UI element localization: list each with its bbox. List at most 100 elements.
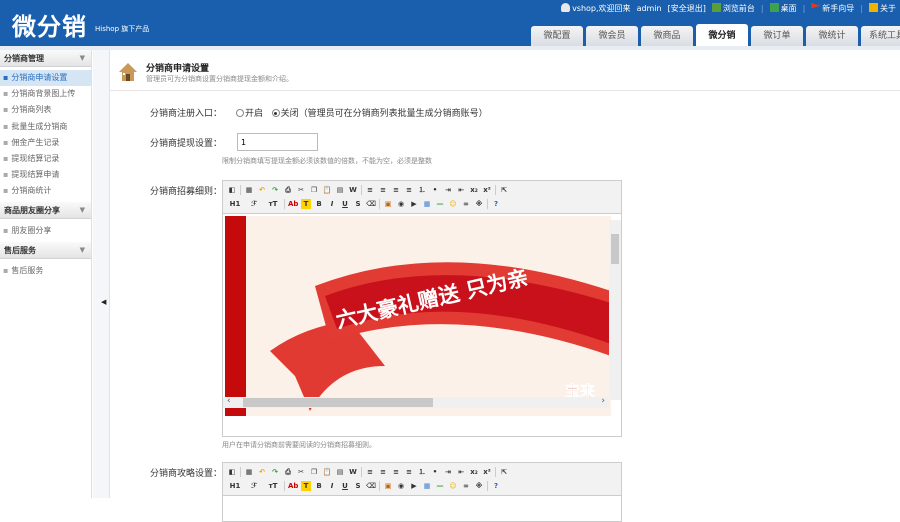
hr-icon[interactable]: — — [435, 199, 445, 209]
about-link[interactable]: 关于 — [869, 3, 896, 14]
underline-icon[interactable]: U — [340, 199, 350, 209]
table-icon[interactable]: ▦ — [422, 481, 432, 491]
tab-2[interactable]: 微商品 — [641, 26, 693, 46]
italic-icon[interactable]: I — [327, 481, 337, 491]
collapse-arrow-icon[interactable]: ◀ — [101, 298, 106, 306]
select-all-icon[interactable]: ⇱ — [499, 185, 509, 195]
unordered-list-icon[interactable]: • — [430, 467, 440, 477]
undo-icon[interactable]: ↶ — [257, 467, 267, 477]
heading-icon[interactable]: H1 — [227, 199, 243, 209]
vertical-scroll-thumb[interactable] — [611, 234, 619, 264]
highlight-icon[interactable]: T — [301, 481, 311, 491]
sidebar-item[interactable]: ▪ 佣金产生记录 — [0, 135, 91, 151]
indent-icon[interactable]: ⇥ — [443, 467, 453, 477]
scroll-right-icon[interactable]: › — [601, 396, 605, 406]
italic-icon[interactable]: I — [327, 199, 337, 209]
sidebar-item[interactable]: ▪ 提现结算申请 — [0, 167, 91, 183]
redo-icon[interactable]: ↷ — [270, 467, 280, 477]
heading-icon[interactable]: H1 — [227, 481, 243, 491]
image-icon[interactable]: ▣ — [383, 199, 393, 209]
horizontal-scrollbar[interactable]: ‹ › — [223, 396, 609, 408]
font-color-icon[interactable]: Ab — [288, 199, 298, 209]
browse-link[interactable]: 浏览前台 — [711, 3, 755, 14]
paste-word-icon[interactable]: W — [348, 467, 358, 477]
subscript-icon[interactable]: x₂ — [469, 467, 479, 477]
editor-content[interactable]: 六大豪礼赠送 只为亲 宝来 ‹ › — [223, 214, 621, 416]
preview-icon[interactable]: ▦ — [244, 467, 254, 477]
print-icon[interactable]: ⎙ — [283, 467, 293, 477]
superscript-icon[interactable]: x² — [482, 467, 492, 477]
radio-open-circle[interactable] — [236, 109, 244, 117]
sidebar-item[interactable]: ▪ 售后服务 — [0, 263, 91, 279]
clear-format-icon[interactable]: ⌫ — [366, 481, 376, 491]
flash-icon[interactable]: ◉ — [396, 481, 406, 491]
emoticon-icon[interactable]: ☺ — [448, 481, 458, 491]
sidebar-section[interactable]: 分销商管理 ▼ — [0, 50, 91, 67]
paste-text-icon[interactable]: ▤ — [335, 467, 345, 477]
font-family-icon[interactable]: ℱ — [246, 199, 262, 209]
sidebar-item[interactable]: ▪ 批量生成分销商 — [0, 119, 91, 135]
tab-6[interactable]: 系统工具 — [861, 26, 900, 46]
vertical-scrollbar[interactable] — [609, 220, 621, 400]
radio-close[interactable]: 关闭（管理员可在分销商列表批量生成分销商账号） — [271, 109, 488, 119]
horizontal-scroll-thumb[interactable] — [243, 398, 433, 407]
paste-icon[interactable]: 📋 — [322, 185, 332, 195]
font-size-icon[interactable]: тT — [265, 481, 281, 491]
paste-word-icon[interactable]: W — [348, 185, 358, 195]
radio-close-circle[interactable] — [271, 109, 280, 117]
tab-3[interactable]: 微分销 — [696, 24, 748, 46]
cut-icon[interactable]: ✂ — [296, 467, 306, 477]
tab-1[interactable]: 微会员 — [586, 26, 638, 46]
flash-icon[interactable]: ◉ — [396, 199, 406, 209]
unlink-icon[interactable]: ※ — [474, 199, 484, 209]
tab-5[interactable]: 微统计 — [806, 26, 858, 46]
clear-format-icon[interactable]: ⌫ — [366, 199, 376, 209]
media-icon[interactable]: ▶ — [409, 199, 419, 209]
paste-icon[interactable]: 📋 — [322, 467, 332, 477]
outdent-icon[interactable]: ⇤ — [456, 467, 466, 477]
sidebar-section[interactable]: 商品朋友圈分享 ▼ — [0, 201, 91, 219]
unlink-icon[interactable]: ※ — [474, 481, 484, 491]
underline-icon[interactable]: U — [340, 481, 350, 491]
font-size-icon[interactable]: тT — [265, 199, 281, 209]
redo-icon[interactable]: ↷ — [270, 185, 280, 195]
ordered-list-icon[interactable]: ⒈ — [417, 467, 427, 477]
paste-text-icon[interactable]: ▤ — [335, 185, 345, 195]
sidebar-item[interactable]: ▪ 分销商申请设置 — [0, 70, 91, 87]
align-center-icon[interactable]: ≡ — [378, 467, 388, 477]
cut-icon[interactable]: ✂ — [296, 185, 306, 195]
undo-icon[interactable]: ↶ — [257, 185, 267, 195]
print-icon[interactable]: ⎙ — [283, 185, 293, 195]
tab-0[interactable]: 微配置 — [531, 26, 583, 46]
sidebar-item[interactable]: ▪ 分销商统计 — [0, 183, 91, 199]
link-icon[interactable]: ∞ — [461, 199, 471, 209]
strikethrough-icon[interactable]: S — [353, 481, 363, 491]
indent-icon[interactable]: ⇥ — [443, 185, 453, 195]
radio-open[interactable]: 开启 — [236, 109, 263, 119]
bold-icon[interactable]: B — [314, 481, 324, 491]
align-left-icon[interactable]: ≡ — [365, 185, 375, 195]
font-family-icon[interactable]: ℱ — [246, 481, 262, 491]
tab-4[interactable]: 微订单 — [751, 26, 803, 46]
justify-icon[interactable]: ≡ — [404, 467, 414, 477]
copy-icon[interactable]: ❐ — [309, 467, 319, 477]
select-all-icon[interactable]: ⇱ — [499, 467, 509, 477]
superscript-icon[interactable]: x² — [482, 185, 492, 195]
source-icon[interactable]: ◧ — [227, 185, 237, 195]
emoticon-icon[interactable]: ☺ — [448, 199, 458, 209]
logout-link[interactable]: [安全退出] — [668, 3, 706, 14]
sidebar-item[interactable]: ▪ 提现结算记录 — [0, 151, 91, 167]
media-icon[interactable]: ▶ — [409, 481, 419, 491]
sidebar-toggle[interactable]: ◀ — [93, 50, 110, 498]
guide-link[interactable]: 新手向导 — [811, 3, 854, 14]
strikethrough-icon[interactable]: S — [353, 199, 363, 209]
table-icon[interactable]: ▦ — [422, 199, 432, 209]
highlight-icon[interactable]: T — [301, 199, 311, 209]
withdraw-input[interactable] — [237, 133, 318, 151]
outdent-icon[interactable]: ⇤ — [456, 185, 466, 195]
link-icon[interactable]: ∞ — [461, 481, 471, 491]
hr-icon[interactable]: — — [435, 481, 445, 491]
align-right-icon[interactable]: ≡ — [391, 185, 401, 195]
preview-icon[interactable]: ▦ — [244, 185, 254, 195]
scroll-left-icon[interactable]: ‹ — [227, 396, 231, 406]
